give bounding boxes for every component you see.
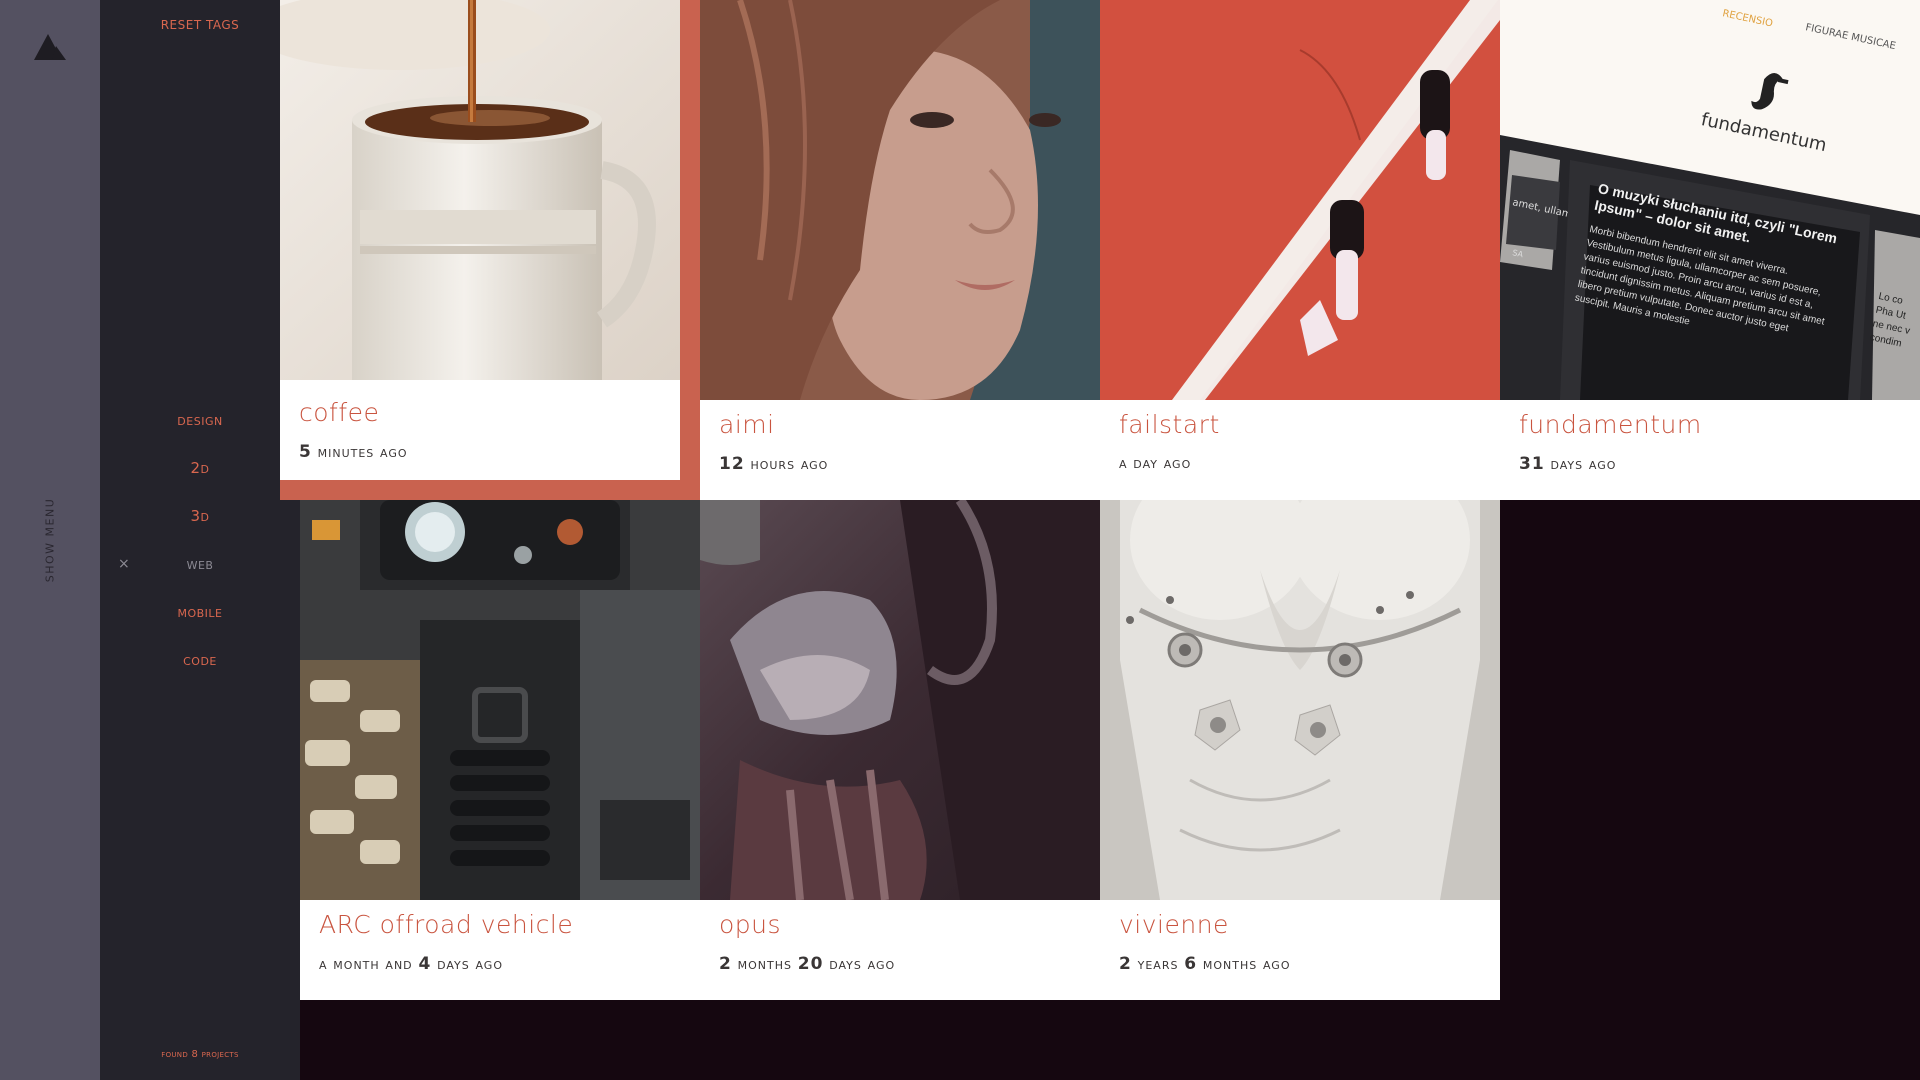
project-timestamp: 5 minutes ago	[299, 442, 408, 462]
tag-label: 3d	[190, 507, 210, 525]
project-timestamp: 2 months 20 days ago	[719, 954, 895, 974]
timestamp-unit: months	[737, 955, 792, 973]
timestamp-number: 4	[418, 954, 432, 974]
timestamp-number: 20	[797, 954, 824, 974]
project-thumbnail	[1100, 0, 1500, 400]
project-thumbnail	[700, 500, 1100, 900]
timestamp-unit: months ago	[1202, 955, 1291, 973]
timestamp-unit: years	[1137, 955, 1179, 973]
reset-tags-button[interactable]: RESET TAGS	[100, 18, 300, 32]
tag-2d[interactable]: 2d	[100, 456, 300, 504]
project-thumbnail	[1100, 500, 1500, 900]
tag-label: 2d	[190, 459, 210, 477]
project-timestamp: a day ago	[1119, 454, 1191, 472]
timestamp-number: 6	[1184, 954, 1198, 974]
tag-web[interactable]: × web	[100, 552, 300, 600]
project-title: vivienne	[1119, 910, 1229, 939]
project-card-failstart[interactable]: failstart a day ago	[1100, 0, 1500, 500]
timestamp-number: 5	[299, 442, 312, 462]
tag-label: code	[183, 651, 217, 669]
project-timestamp: a month and 4 days ago	[319, 954, 503, 974]
triangle-logo-icon[interactable]	[34, 34, 66, 60]
timestamp-number: 2	[1119, 954, 1132, 974]
project-card-aimi[interactable]: aimi 12 hours ago	[700, 0, 1100, 500]
tag-label: mobile	[177, 603, 223, 621]
project-title: failstart	[1119, 410, 1220, 439]
project-title: ARC offroad vehicle	[319, 910, 574, 939]
timestamp-unit: minutes ago	[317, 443, 408, 461]
tag-mobile[interactable]: mobile	[100, 600, 300, 648]
tag-label: design	[177, 411, 223, 429]
timestamp-unit: days ago	[1550, 455, 1617, 473]
found-projects-count: found 8 projects	[161, 1049, 239, 1060]
timestamp-unit: days ago	[829, 955, 896, 973]
project-title: fundamentum	[1519, 410, 1702, 439]
project-thumbnail: RECENSIO FIGURAE MUSICAE fundamentum ame…	[1500, 0, 1920, 400]
project-title: coffee	[299, 398, 380, 427]
tag-3d[interactable]: 3d	[100, 504, 300, 552]
project-timestamp: 31 days ago	[1519, 454, 1616, 474]
project-title: opus	[719, 910, 782, 939]
timestamp-unit: hours ago	[750, 455, 829, 473]
timestamp-number: 12	[719, 454, 745, 474]
tag-design[interactable]: design	[100, 408, 300, 456]
sidebar-rail: SHOW MENU	[0, 0, 100, 1080]
project-title: aimi	[719, 410, 775, 439]
tag-list: design 2d 3d × web mobile code	[100, 408, 300, 696]
project-card-coffee[interactable]: coffee 5 minutes ago	[280, 0, 680, 480]
timestamp-number: 31	[1519, 454, 1545, 474]
project-timestamp: 12 hours ago	[719, 454, 828, 474]
timestamp-unit: a month and	[319, 955, 413, 973]
timestamp-unit: a day ago	[1119, 454, 1192, 472]
project-thumbnail	[700, 0, 1100, 400]
project-thumbnail	[300, 500, 700, 900]
tag-label: web	[186, 555, 214, 573]
project-card-fundamentum[interactable]: RECENSIO FIGURAE MUSICAE fundamentum ame…	[1500, 0, 1920, 500]
timestamp-unit: days ago	[437, 955, 503, 973]
project-card-arc-offroad-vehicle[interactable]: ARC offroad vehicle a month and 4 days a…	[300, 500, 700, 1000]
project-thumbnail	[280, 0, 680, 380]
close-icon[interactable]: ×	[118, 552, 130, 576]
project-timestamp: 2 years 6 months ago	[1119, 954, 1291, 974]
timestamp-number: 2	[719, 954, 732, 974]
tag-code[interactable]: code	[100, 648, 300, 696]
tag-panel: RESET TAGS design 2d 3d × web mobile cod…	[100, 0, 300, 1080]
show-menu-button[interactable]: SHOW MENU	[44, 498, 57, 583]
project-card-opus[interactable]: opus 2 months 20 days ago	[700, 500, 1100, 1000]
project-card-vivienne[interactable]: vivienne 2 years 6 months ago	[1100, 500, 1500, 1000]
